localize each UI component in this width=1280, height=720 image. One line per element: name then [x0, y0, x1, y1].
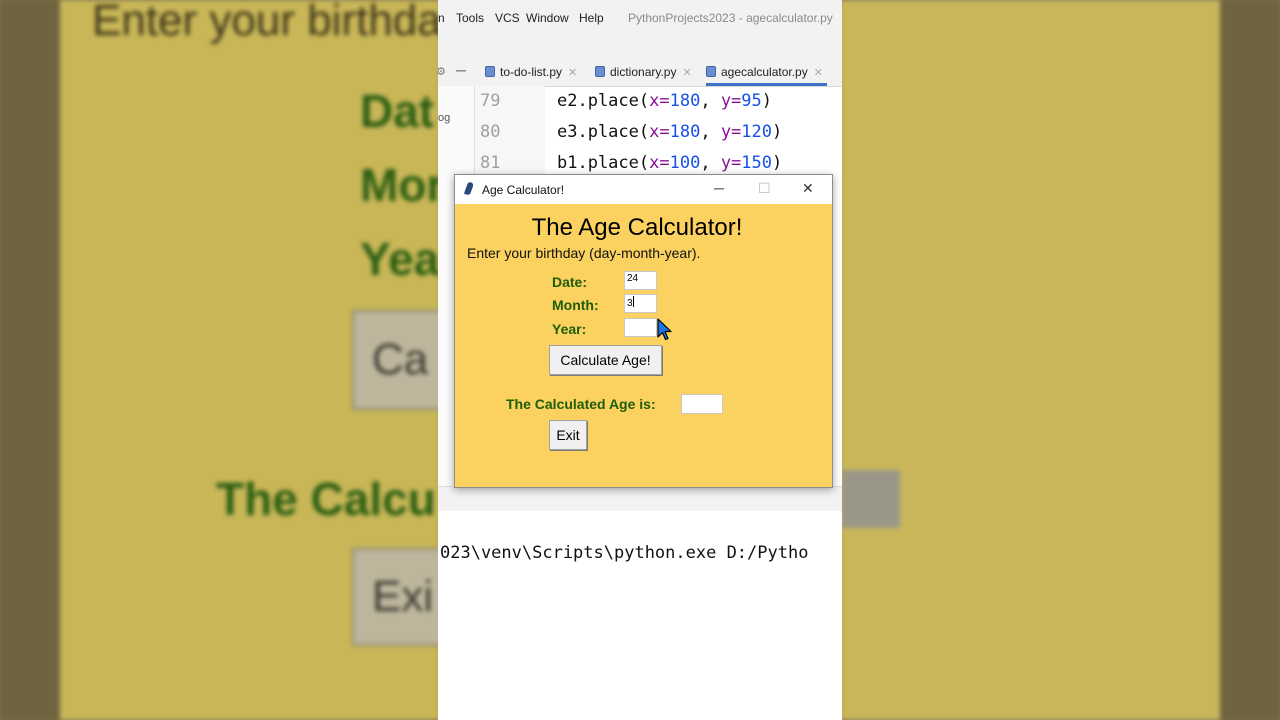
- menu-item-partial[interactable]: n: [438, 11, 445, 25]
- bg-result-label: The Calcu: [216, 473, 436, 525]
- date-input[interactable]: 24: [624, 271, 657, 290]
- console-output-line: 023\venv\Scripts\python.exe D:/Pytho: [440, 543, 809, 563]
- minimize-icon[interactable]: ─: [714, 180, 724, 196]
- bg-left-edge: [0, 0, 60, 720]
- project-panel-text: og: [438, 112, 451, 124]
- tk-feather-icon: [463, 181, 475, 196]
- month-label: Month:: [552, 297, 599, 313]
- run-panel-header: [438, 486, 842, 511]
- collapse-icon[interactable]: ─: [456, 62, 466, 78]
- tab-label: agecalculator.py: [721, 65, 808, 79]
- project-title: PythonProjects2023 - agecalculator.py: [628, 11, 833, 25]
- window-titlebar[interactable]: Age Calculator! ─ ☐ ✕: [455, 175, 832, 204]
- calculate-age-button[interactable]: Calculate Age!: [549, 345, 662, 375]
- code-line[interactable]: e3.place(x=180, y=120): [557, 122, 782, 142]
- bg-date-label: Dat: [360, 85, 435, 137]
- tab-label: to-do-list.py: [500, 65, 563, 79]
- menu-bar: n Tools VCS Window Help PythonProjects20…: [438, 0, 842, 36]
- python-file-icon: [595, 66, 605, 77]
- code-line[interactable]: e2.place(x=180, y=95): [557, 91, 772, 111]
- bg-right-edge: [1220, 0, 1280, 720]
- run-console[interactable]: 023\venv\Scripts\python.exe D:/Pytho: [438, 511, 842, 720]
- year-input[interactable]: [624, 318, 657, 337]
- menu-item-help[interactable]: Help: [579, 11, 604, 25]
- window-title: Age Calculator!: [482, 183, 565, 197]
- calculated-age-label: The Calculated Age is:: [506, 396, 656, 412]
- text-caret: [632, 296, 634, 307]
- bg-calc-button: Ca: [352, 310, 449, 410]
- menu-item-vcs[interactable]: VCS: [495, 11, 520, 25]
- python-file-icon: [485, 66, 495, 77]
- editor-tabs: ⚙ ─ to-do-list.py ✕ dictionary.py ✕ agecal…: [438, 60, 842, 87]
- close-tab-icon[interactable]: ✕: [682, 67, 691, 79]
- month-input[interactable]: 3: [624, 294, 657, 313]
- bg-gray-block: [842, 470, 900, 528]
- mouse-cursor-icon: [657, 318, 672, 341]
- close-tab-icon[interactable]: ✕: [814, 67, 823, 79]
- tab-dictionary[interactable]: dictionary.py ✕: [595, 60, 692, 86]
- tab-todo-list[interactable]: to-do-list.py ✕: [485, 60, 577, 86]
- instruction-text: Enter your birthday (day-month-year).: [467, 245, 701, 261]
- year-label: Year:: [552, 321, 587, 337]
- maximize-icon[interactable]: ☐: [758, 180, 771, 197]
- bg-right-panel: [842, 0, 1280, 720]
- app-heading: The Age Calculator!: [531, 214, 743, 241]
- window-content: The Age Calculator! Enter your birthday …: [455, 204, 832, 487]
- bg-month-label: Mor: [360, 159, 445, 211]
- line-number: 79: [480, 91, 501, 111]
- menu-item-tools[interactable]: Tools: [456, 11, 484, 25]
- close-tab-icon[interactable]: ✕: [568, 67, 577, 79]
- menu-item-window[interactable]: Window: [526, 11, 569, 25]
- exit-button[interactable]: Exit: [549, 420, 587, 450]
- settings-icon[interactable]: ⚙: [438, 65, 446, 78]
- code-line[interactable]: b1.place(x=100, y=150): [557, 153, 782, 173]
- tab-label: dictionary.py: [610, 65, 677, 79]
- line-number: 81: [480, 153, 501, 173]
- tab-agecalculator[interactable]: agecalculator.py ✕: [706, 60, 827, 86]
- bg-year-label: Yea: [360, 233, 440, 285]
- close-icon[interactable]: ✕: [802, 180, 814, 197]
- ide-toolbar: [438, 36, 842, 60]
- calculated-age-output[interactable]: [681, 394, 723, 414]
- bg-instruction-text: Enter your birthda: [92, 0, 442, 45]
- python-file-icon: [706, 66, 716, 77]
- line-number: 80: [480, 122, 501, 142]
- date-label: Date:: [552, 274, 588, 290]
- age-calculator-window: Age Calculator! ─ ☐ ✕ The Age Calculator…: [454, 174, 833, 488]
